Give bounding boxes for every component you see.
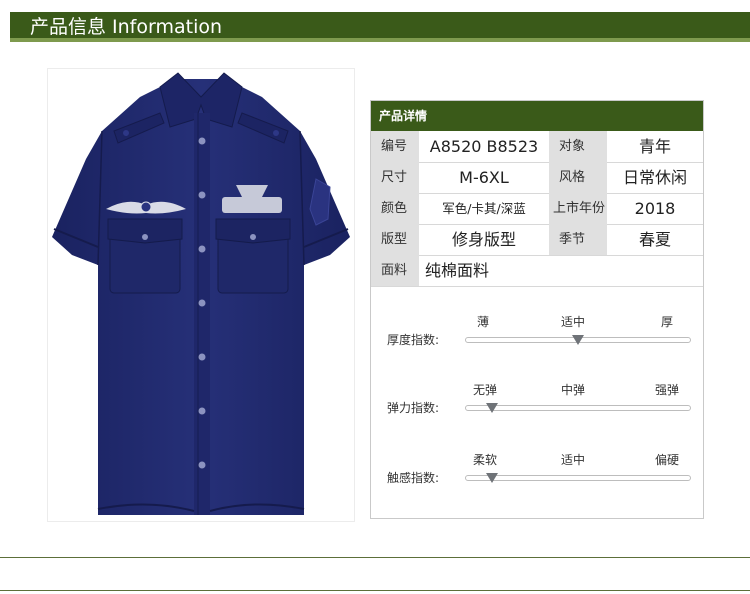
scale-option: 无弹 bbox=[473, 383, 498, 397]
table-row: 版型 修身版型 季节 春夏 bbox=[371, 224, 703, 256]
shirt-illustration bbox=[52, 72, 350, 515]
scale-option: 适中 bbox=[561, 315, 586, 329]
scale-option: 柔软 bbox=[473, 453, 498, 467]
scale-option: 强弹 bbox=[655, 383, 680, 397]
scale-option: 中弹 bbox=[561, 383, 586, 397]
table-row: 尺寸 M-6XL 风格 日常休闲 bbox=[371, 162, 703, 194]
row-value: 2018 bbox=[634, 199, 676, 218]
row-label: 尺寸 bbox=[371, 162, 419, 193]
section-title: 产品信息 Information bbox=[30, 16, 223, 38]
row-value: 修身版型 bbox=[451, 230, 516, 249]
row-value: M-6XL bbox=[459, 168, 509, 187]
scale-option: 薄 bbox=[477, 315, 490, 329]
scale-marker bbox=[486, 473, 499, 483]
scale-marker bbox=[572, 335, 584, 345]
scale-option: 偏硬 bbox=[655, 453, 680, 467]
row-label: 上市年份 bbox=[549, 193, 607, 224]
elasticity-scale: 无弹 中弹 强弹 弹力指数: bbox=[371, 381, 703, 441]
row-label: 版型 bbox=[371, 224, 419, 255]
row-value: 军色/卡其/深蓝 bbox=[442, 201, 526, 216]
row-label: 季节 bbox=[549, 224, 607, 255]
scale-option: 厚 bbox=[661, 315, 674, 329]
divider bbox=[0, 557, 750, 558]
row-label: 风格 bbox=[549, 162, 607, 193]
touch-scale: 柔软 适中 偏硬 触感指数: bbox=[371, 451, 703, 511]
row-value: 春夏 bbox=[638, 230, 671, 249]
scale-label: 触感指数: bbox=[387, 471, 440, 485]
scale-track bbox=[465, 475, 691, 481]
scale-label: 厚度指数: bbox=[387, 333, 440, 347]
table-row: 面料 纯棉面料 bbox=[371, 255, 703, 287]
section-header: 产品信息 Information bbox=[10, 12, 750, 42]
product-photo bbox=[47, 68, 355, 522]
row-label: 对象 bbox=[549, 131, 607, 162]
details-title: 产品详情 bbox=[371, 101, 703, 131]
row-label: 编号 bbox=[371, 131, 419, 162]
scale-track bbox=[465, 405, 691, 411]
row-value: 日常休闲 bbox=[622, 168, 687, 187]
divider bbox=[0, 590, 750, 591]
thickness-scale: 薄 适中 厚 厚度指数: bbox=[371, 313, 703, 373]
row-value: 纯棉面料 bbox=[425, 261, 490, 280]
table-row: 编号 A8520 B8523 对象 青年 bbox=[371, 131, 703, 163]
index-scales: 薄 适中 厚 厚度指数: 无弹 中弹 强弹 弹力指数: 柔软 适中 偏硬 触感指… bbox=[371, 285, 703, 518]
product-details-table: 产品详情 编号 A8520 B8523 对象 青年 尺寸 M-6XL 风格 日常… bbox=[370, 100, 704, 519]
row-label: 面料 bbox=[371, 255, 419, 286]
row-label: 颜色 bbox=[371, 193, 419, 224]
row-value: A8520 B8523 bbox=[429, 137, 539, 156]
scale-option: 适中 bbox=[561, 453, 586, 467]
row-value: 青年 bbox=[638, 137, 671, 156]
scale-marker bbox=[486, 403, 499, 413]
table-row: 颜色 军色/卡其/深蓝 上市年份 2018 bbox=[371, 193, 703, 225]
scale-label: 弹力指数: bbox=[387, 401, 440, 415]
